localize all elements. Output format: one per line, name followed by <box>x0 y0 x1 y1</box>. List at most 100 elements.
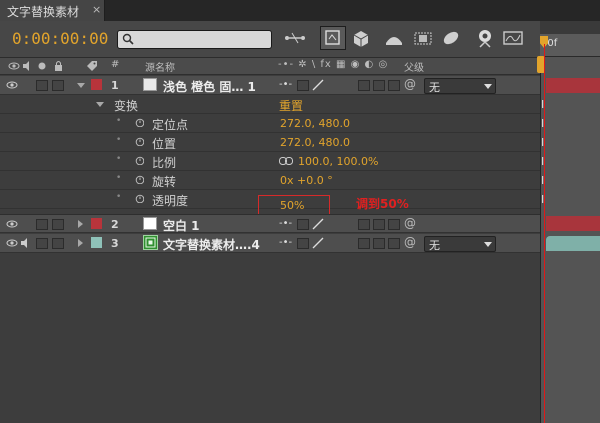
layer-name[interactable]: 文字替换素材….4 <box>163 236 260 253</box>
pick-whip-icon[interactable]: @ <box>404 77 416 91</box>
switch-box[interactable] <box>373 238 385 249</box>
close-icon[interactable]: × <box>92 3 101 16</box>
visibility-eye-icon[interactable] <box>6 80 18 90</box>
transform-label: 变换 <box>114 99 139 113</box>
layer-bar-1[interactable] <box>546 78 600 93</box>
layer-row-2[interactable]: 2 空白 1 -•- @ <box>0 214 540 233</box>
visibility-eye-icon[interactable] <box>6 219 18 229</box>
live-update-icon[interactable] <box>502 28 524 48</box>
label-color-swatch[interactable] <box>91 79 102 90</box>
pick-whip-icon[interactable]: @ <box>404 235 416 249</box>
timecode-display[interactable]: 0:00:00:00 <box>12 29 108 48</box>
mini-flowchart-icon[interactable] <box>284 28 306 48</box>
solo-switch[interactable] <box>36 219 48 230</box>
property-name: 旋转 <box>152 175 177 189</box>
layer-bar-3[interactable] <box>546 236 600 251</box>
shy-switch-icon[interactable]: -•- <box>279 218 292 229</box>
cube-icon[interactable] <box>350 28 372 48</box>
chevron-down-icon <box>484 84 492 89</box>
property-value[interactable]: 50% <box>280 199 304 212</box>
lock-switch[interactable] <box>52 80 64 91</box>
switch-box[interactable] <box>373 219 385 230</box>
property-value[interactable]: 0x +0.0 ° <box>280 174 333 187</box>
audio-icon[interactable] <box>22 61 33 71</box>
layer-row-3[interactable]: 3 文字替换素材….4 -•- @ 无 <box>0 234 540 253</box>
motion-blur-icon[interactable] <box>440 28 462 48</box>
label-color-swatch[interactable] <box>91 218 102 229</box>
pick-whip-icon[interactable]: @ <box>404 216 416 230</box>
property-name: 透明度 <box>152 194 189 208</box>
solo-switch[interactable] <box>36 80 48 91</box>
solo-switch[interactable] <box>36 238 48 249</box>
parent-dropdown[interactable]: 无 <box>424 236 496 252</box>
property-row-scale[interactable]: • 比例 100.0, 100.0% <box>0 152 540 171</box>
column-header: # 源名称 -•- ✲ \ fx ▦ ◉ ◐ ◎ 父级 <box>0 58 540 75</box>
quality-slash-icon[interactable] <box>312 79 324 91</box>
quality-slash-icon[interactable] <box>312 218 324 230</box>
draft-3d-button[interactable] <box>320 26 346 50</box>
property-row-position[interactable]: • 位置 272.0, 480.0 <box>0 133 540 152</box>
expand-arrow-down-icon[interactable] <box>96 102 104 107</box>
stopwatch-icon[interactable] <box>135 137 144 146</box>
visibility-eye-icon[interactable] <box>6 238 18 248</box>
lock-icon[interactable] <box>54 60 63 71</box>
property-name: 位置 <box>152 137 177 151</box>
tab-composition[interactable]: 文字替换素材 × <box>0 0 105 21</box>
layer-name[interactable]: 空白 1 <box>163 217 200 234</box>
layer-bar-2[interactable] <box>546 216 600 231</box>
switch-box[interactable] <box>373 80 385 91</box>
switch-box[interactable] <box>388 80 400 91</box>
layer-number: 3 <box>111 237 119 250</box>
property-value[interactable]: 272.0, 480.0 <box>280 117 350 130</box>
switch-box[interactable] <box>388 238 400 249</box>
switch-box[interactable] <box>297 80 309 91</box>
highlight-box: 50% <box>258 195 330 215</box>
lock-switch[interactable] <box>52 219 64 230</box>
layer-row-1[interactable]: 1 浅色 橙色 固… 1 -•- @ 无 <box>0 76 540 95</box>
transform-group-row[interactable]: 变换 重置 <box>0 95 540 114</box>
property-value[interactable]: 272.0, 480.0 <box>280 136 350 149</box>
expand-arrow-down-icon[interactable] <box>77 83 85 88</box>
property-value[interactable]: 100.0, 100.0% <box>298 155 378 168</box>
audio-icon[interactable] <box>20 238 31 248</box>
search-input[interactable] <box>117 30 272 49</box>
expand-arrow-right-icon[interactable] <box>78 220 83 228</box>
shy-switch-icon[interactable]: -•- <box>279 237 292 248</box>
property-row-rotation[interactable]: • 旋转 0x +0.0 ° <box>0 171 540 190</box>
shy-switch-icon[interactable]: -•- <box>279 79 292 90</box>
shy-layer-icon[interactable] <box>383 28 405 48</box>
property-row-anchor[interactable]: • 定位点 272.0, 480.0 <box>0 114 540 133</box>
switch-box[interactable] <box>358 80 370 91</box>
column-source-name[interactable]: 源名称 <box>145 59 175 74</box>
switch-box[interactable] <box>358 238 370 249</box>
playhead-line <box>544 44 545 423</box>
constrain-link-icon[interactable] <box>279 157 293 165</box>
switch-box[interactable] <box>297 219 309 230</box>
stopwatch-icon[interactable] <box>135 156 144 165</box>
eye-icon[interactable] <box>8 61 20 71</box>
annotation-text: 调到50% <box>356 197 409 211</box>
layer-number: 1 <box>111 79 119 92</box>
switch-box[interactable] <box>297 238 309 249</box>
layer-number: 2 <box>111 218 119 231</box>
precomp-icon <box>143 235 158 250</box>
solo-icon[interactable] <box>38 62 46 70</box>
null-thumbnail <box>143 217 157 230</box>
parent-dropdown[interactable]: 无 <box>424 78 496 94</box>
stopwatch-icon[interactable] <box>135 118 144 127</box>
stopwatch-icon[interactable] <box>135 175 144 184</box>
stopwatch-icon[interactable] <box>135 194 144 203</box>
switch-box[interactable] <box>388 219 400 230</box>
switch-box[interactable] <box>358 219 370 230</box>
label-tag-icon[interactable] <box>86 60 98 72</box>
layer-name[interactable]: 浅色 橙色 固… 1 <box>163 78 256 95</box>
graph-editor-icon[interactable] <box>474 28 496 48</box>
work-area-bar[interactable] <box>540 21 600 34</box>
expand-arrow-right-icon[interactable] <box>78 239 83 247</box>
frame-blending-icon[interactable] <box>412 28 434 48</box>
label-color-swatch[interactable] <box>91 237 102 248</box>
quality-slash-icon[interactable] <box>312 237 324 249</box>
lock-switch[interactable] <box>52 238 64 249</box>
solid-thumbnail <box>143 78 157 91</box>
reset-link[interactable]: 重置 <box>279 97 303 114</box>
